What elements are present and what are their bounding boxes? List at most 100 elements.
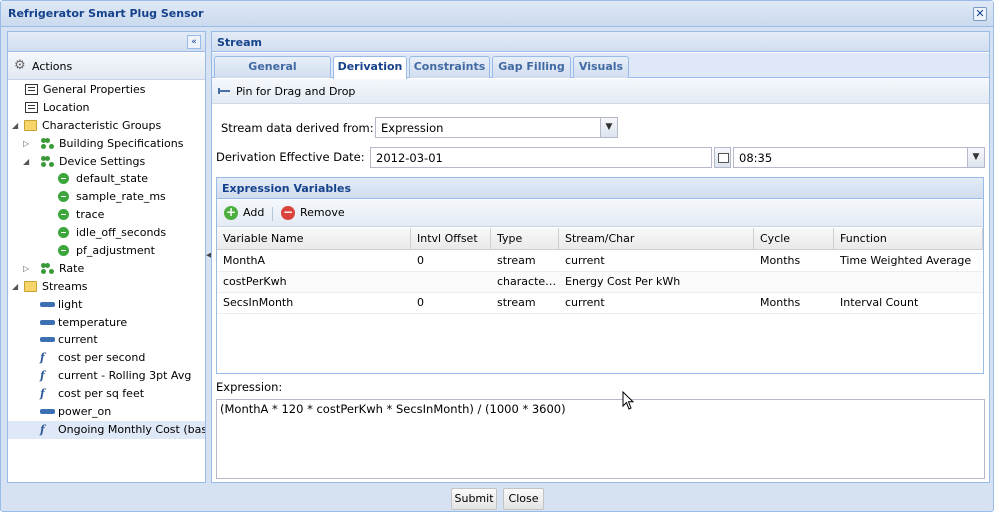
expression-label: Expression: bbox=[216, 380, 283, 394]
left-panel: « ⚙ Actions General Properties Location ◢ C… bbox=[7, 31, 206, 483]
expanded-arrow-icon[interactable]: ◢ bbox=[12, 117, 18, 135]
mouse-cursor-icon bbox=[622, 391, 635, 410]
tree-item[interactable]: idle_off_seconds bbox=[8, 224, 205, 242]
window-title: Refrigerator Smart Plug Sensor bbox=[8, 7, 204, 20]
tree-item-label: Rate bbox=[59, 261, 85, 275]
column-header[interactable]: Variable Name bbox=[217, 228, 411, 250]
collapsed-arrow-icon[interactable]: ▷ bbox=[23, 135, 29, 153]
tree-item[interactable]: default_state bbox=[8, 170, 205, 188]
actions-menu[interactable]: ⚙ Actions bbox=[8, 53, 205, 80]
table-cell: 0 bbox=[417, 254, 424, 267]
add-variable-button[interactable]: + Add bbox=[224, 206, 264, 222]
table-cell: Months bbox=[760, 254, 801, 267]
tree-item-label: power_on bbox=[58, 405, 112, 419]
left-panel-header: « bbox=[8, 32, 205, 52]
table-cell: MonthA bbox=[223, 254, 266, 267]
object-tree: General Properties Location ◢ Characteristi… bbox=[8, 81, 205, 439]
raw-stream-icon bbox=[40, 337, 55, 343]
table-row[interactable]: SecsInMonth 0 stream current Months Interval … bbox=[217, 293, 983, 314]
tree-item[interactable]: current bbox=[8, 331, 205, 349]
tree-item[interactable]: light bbox=[8, 296, 205, 314]
tree-item-label: light bbox=[58, 297, 83, 311]
chevron-down-icon[interactable]: ▼ bbox=[967, 148, 984, 167]
tree-item[interactable]: power_on bbox=[8, 403, 205, 421]
tree-item[interactable]: temperature bbox=[8, 314, 205, 332]
column-header[interactable]: Intvl Offset bbox=[411, 228, 491, 250]
tree-item[interactable]: f cost per sq feet bbox=[8, 385, 205, 403]
tab-general-properties[interactable]: General Properties bbox=[214, 56, 331, 93]
table-cell: current bbox=[565, 296, 605, 309]
collapsed-arrow-icon[interactable]: ▷ bbox=[23, 260, 29, 278]
tree-item-label: Device Settings bbox=[59, 154, 146, 168]
raw-stream-icon bbox=[40, 301, 55, 307]
pin-icon bbox=[218, 88, 230, 94]
table-cell: 0 bbox=[417, 296, 424, 309]
tree-item[interactable]: ◢ Device Settings bbox=[8, 153, 205, 171]
tree-item-label: default_state bbox=[76, 172, 149, 186]
table-row[interactable]: costPerKwh characte… Energy Cost Per kWh bbox=[217, 272, 983, 293]
characteristic-icon bbox=[58, 209, 69, 221]
close-icon[interactable]: ✕ bbox=[973, 7, 987, 21]
tree-item-label: General Properties bbox=[43, 83, 146, 96]
properties-icon bbox=[25, 84, 38, 95]
column-header[interactable]: Function bbox=[834, 228, 983, 250]
tree-item[interactable]: General Properties bbox=[8, 81, 205, 99]
tab-strip: General PropertiesDerivationConstraintsG… bbox=[212, 53, 989, 93]
column-header[interactable]: Cycle bbox=[754, 228, 834, 250]
derived-from-select[interactable]: Expression ▼ bbox=[375, 117, 618, 138]
tree-item[interactable]: sample_rate_ms bbox=[8, 188, 205, 206]
tab-visuals[interactable]: Visuals bbox=[573, 56, 629, 78]
table-cell bbox=[754, 272, 834, 293]
close-button[interactable]: Close bbox=[503, 488, 544, 510]
tab-gap-filling[interactable]: Gap Filling bbox=[492, 56, 571, 78]
table-cell: characte… bbox=[497, 275, 557, 288]
characteristic-icon bbox=[58, 227, 69, 239]
raw-stream-icon bbox=[40, 319, 55, 325]
collapse-panel-icon[interactable]: « bbox=[187, 35, 201, 49]
tree-item-label: trace bbox=[76, 208, 105, 222]
group-icon bbox=[41, 155, 55, 167]
tab-constraints[interactable]: Constraints bbox=[409, 56, 490, 78]
tree-item[interactable]: ▷ Building Specifications bbox=[8, 135, 205, 153]
tab-derivation[interactable]: Derivation bbox=[333, 56, 407, 79]
remove-variable-button[interactable]: − Remove bbox=[281, 206, 345, 222]
chevron-down-icon[interactable]: ▼ bbox=[600, 118, 617, 137]
column-header[interactable]: Type bbox=[491, 228, 559, 250]
group-icon bbox=[41, 262, 55, 274]
tree-item[interactable]: trace bbox=[8, 206, 205, 224]
tree-item-label: Location bbox=[43, 100, 90, 114]
tree-item[interactable]: f Ongoing Monthly Cost (bas… bbox=[8, 420, 205, 439]
calendar-icon[interactable] bbox=[714, 147, 731, 168]
tree-item[interactable]: ◢ Streams bbox=[8, 278, 205, 296]
column-header[interactable]: Stream/Char bbox=[559, 228, 754, 250]
effective-date-value: 2012-03-01 bbox=[376, 151, 443, 165]
expanded-arrow-icon[interactable]: ◢ bbox=[23, 153, 29, 171]
table-cell: costPerKwh bbox=[223, 275, 287, 288]
tree-item-label: pf_adjustment bbox=[76, 244, 155, 258]
remove-label: Remove bbox=[300, 206, 345, 219]
tree-item[interactable]: ◢ Characteristic Groups bbox=[8, 117, 205, 135]
effective-date-label: Derivation Effective Date: bbox=[216, 150, 365, 164]
title-bar[interactable]: Refrigerator Smart Plug Sensor ✕ bbox=[1, 1, 993, 27]
derived-stream-icon: f bbox=[40, 387, 45, 401]
effective-time-value: 08:35 bbox=[739, 151, 773, 165]
grid-toolbar: + Add − Remove bbox=[217, 200, 983, 227]
expanded-arrow-icon[interactable]: ◢ bbox=[12, 278, 18, 296]
add-icon: + bbox=[224, 205, 238, 220]
derived-stream-icon: f bbox=[40, 422, 45, 436]
submit-button[interactable]: Submit bbox=[451, 488, 497, 510]
tree-item-label: current - Rolling 3pt Avg bbox=[58, 369, 192, 383]
effective-time-select[interactable]: 08:35 ▼ bbox=[733, 147, 985, 168]
tree-item[interactable]: pf_adjustment bbox=[8, 242, 205, 260]
effective-date-field[interactable]: 2012-03-01 bbox=[370, 147, 712, 168]
tree-item[interactable]: f cost per second bbox=[8, 349, 205, 367]
expression-textarea[interactable]: (MonthA * 120 * costPerKwh * SecsInMonth… bbox=[216, 399, 985, 479]
pin-toolbar[interactable]: Pin for Drag and Drop bbox=[212, 79, 989, 104]
raw-stream-icon bbox=[40, 409, 55, 415]
dialog-window: Refrigerator Smart Plug Sensor ✕ « ⚙ Act… bbox=[0, 0, 994, 512]
tree-item-label: current bbox=[58, 333, 98, 347]
tree-item[interactable]: f current - Rolling 3pt Avg bbox=[8, 367, 205, 385]
table-row[interactable]: MonthA 0 stream current Months Time Weighted … bbox=[217, 251, 983, 272]
tree-item[interactable]: Location bbox=[8, 99, 205, 117]
tree-item[interactable]: ▷ Rate bbox=[8, 260, 205, 278]
